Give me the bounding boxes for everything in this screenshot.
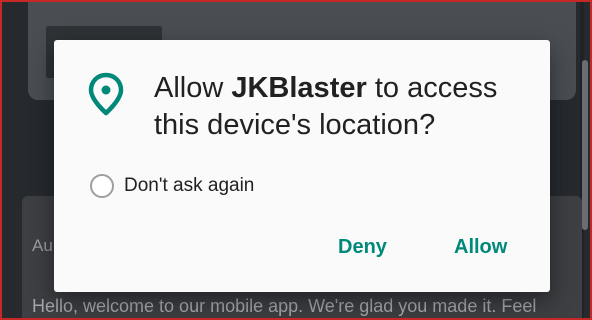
background-welcome-text: Hello, welcome to our mobile app. We're …	[32, 296, 537, 316]
background-partial-text: Au	[32, 236, 53, 255]
screen-frame: Au Hello, welcome to our mobile app. We'…	[0, 0, 592, 320]
deny-button[interactable]: Deny	[338, 236, 387, 259]
app-name: JKBlaster	[231, 72, 367, 104]
scrollbar[interactable]	[582, 60, 588, 230]
dont-ask-again-checkbox[interactable]	[90, 174, 114, 198]
dont-ask-again-option[interactable]: Don't ask again	[90, 174, 254, 198]
dialog-title: Allow JKBlaster to access this device's …	[154, 70, 534, 144]
location-permission-dialog: Allow JKBlaster to access this device's …	[54, 40, 550, 292]
title-prefix: Allow	[154, 72, 232, 104]
allow-button[interactable]: Allow	[454, 236, 507, 259]
location-pin-icon	[88, 72, 124, 116]
dont-ask-again-label: Don't ask again	[124, 175, 255, 196]
